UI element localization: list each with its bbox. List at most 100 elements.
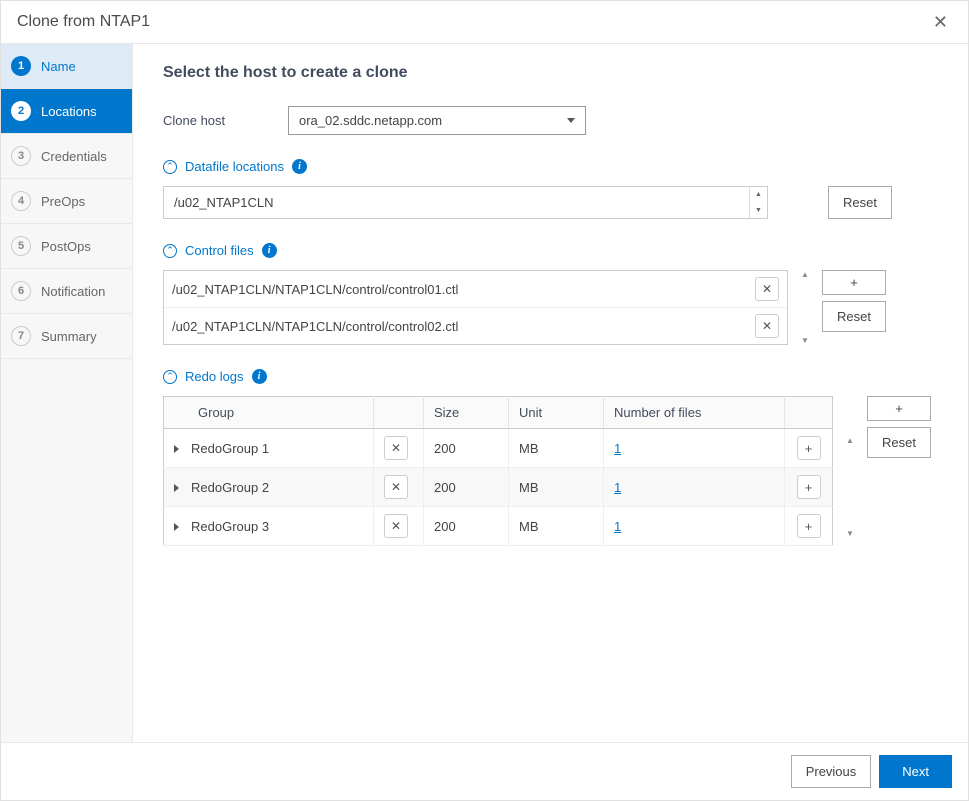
- controlfiles-section-header: ⌃ Control files i: [163, 243, 938, 258]
- add-control-file-button[interactable]: +: [822, 270, 886, 295]
- sidebar-item-label: PostOps: [41, 239, 91, 254]
- step-number: 6: [11, 281, 31, 301]
- remove-redo-button[interactable]: ✕: [384, 514, 408, 538]
- redo-size: 200: [424, 507, 509, 546]
- step-number: 5: [11, 236, 31, 256]
- sidebar-item-name[interactable]: 1 Name: [1, 44, 132, 89]
- remove-control-file-button[interactable]: ✕: [755, 277, 779, 301]
- sidebar-item-label: Locations: [41, 104, 97, 119]
- control-file-item[interactable]: /u02_NTAP1CLN/NTAP1CLN/control/control02…: [164, 308, 787, 344]
- step-number: 2: [11, 101, 31, 121]
- redo-logs-row: Group Size Unit Number of files RedoGrou…: [163, 396, 938, 546]
- datafile-location-input[interactable]: /u02_NTAP1CLN ▲ ▼: [163, 186, 768, 219]
- sidebar-item-summary[interactable]: 7 Summary: [1, 314, 132, 359]
- table-row: RedoGroup 1 ✕ 200 MB 1 +: [164, 429, 833, 468]
- add-redo-file-button[interactable]: +: [797, 514, 821, 538]
- scroll-column: ▲ ▼: [796, 270, 814, 345]
- scroll-up-icon[interactable]: ▲: [841, 436, 859, 445]
- redo-actions: + Reset: [867, 396, 931, 458]
- control-file-item[interactable]: /u02_NTAP1CLN/NTAP1CLN/control/control01…: [164, 271, 787, 308]
- sidebar-item-postops[interactable]: 5 PostOps: [1, 224, 132, 269]
- collapse-icon[interactable]: ⌃: [163, 244, 177, 258]
- col-group: Group: [164, 397, 374, 429]
- collapse-icon[interactable]: ⌃: [163, 160, 177, 174]
- clone-host-select[interactable]: ora_02.sddc.netapp.com: [288, 106, 586, 135]
- info-icon[interactable]: i: [262, 243, 277, 258]
- control-files-row: /u02_NTAP1CLN/NTAP1CLN/control/control01…: [163, 270, 938, 345]
- expand-row-icon[interactable]: [174, 445, 179, 453]
- expand-row-icon[interactable]: [174, 523, 179, 531]
- main-content: Select the host to create a clone Clone …: [133, 44, 968, 742]
- spinner-up-icon[interactable]: ▲: [750, 187, 767, 203]
- reset-control-files-button[interactable]: Reset: [822, 301, 886, 332]
- sidebar-item-preops[interactable]: 4 PreOps: [1, 179, 132, 224]
- redo-unit: MB: [509, 468, 604, 507]
- clone-host-row: Clone host ora_02.sddc.netapp.com: [163, 106, 938, 135]
- redo-logs-table: Group Size Unit Number of files RedoGrou…: [163, 396, 833, 546]
- scroll-down-icon[interactable]: ▼: [841, 529, 859, 538]
- previous-button[interactable]: Previous: [791, 755, 872, 788]
- chevron-down-icon: [567, 118, 575, 123]
- modal-footer: Previous Next: [1, 742, 968, 800]
- expand-row-icon[interactable]: [174, 484, 179, 492]
- section-title: Redo logs: [185, 369, 244, 384]
- clone-host-value: ora_02.sddc.netapp.com: [299, 113, 442, 128]
- page-heading: Select the host to create a clone: [163, 64, 938, 82]
- spinner: ▲ ▼: [749, 187, 767, 218]
- table-row: RedoGroup 3 ✕ 200 MB 1 +: [164, 507, 833, 546]
- redo-files-link[interactable]: 1: [614, 519, 621, 534]
- close-icon[interactable]: ✕: [929, 12, 952, 33]
- remove-control-file-button[interactable]: ✕: [755, 314, 779, 338]
- redo-group-name: RedoGroup 2: [191, 480, 269, 495]
- scroll-up-icon[interactable]: ▲: [796, 270, 814, 279]
- redo-group-name: RedoGroup 1: [191, 441, 269, 456]
- step-number: 7: [11, 326, 31, 346]
- spinner-down-icon[interactable]: ▼: [750, 203, 767, 219]
- sidebar-item-label: Summary: [41, 329, 97, 344]
- section-title: Control files: [185, 243, 254, 258]
- add-redo-group-button[interactable]: +: [867, 396, 931, 421]
- clone-modal: Clone from NTAP1 ✕ 1 Name 2 Locations 3 …: [0, 0, 969, 801]
- redo-unit: MB: [509, 429, 604, 468]
- next-button[interactable]: Next: [879, 755, 952, 788]
- redo-files-link[interactable]: 1: [614, 480, 621, 495]
- collapse-icon[interactable]: ⌃: [163, 370, 177, 384]
- remove-redo-button[interactable]: ✕: [384, 475, 408, 499]
- redo-section-header: ⌃ Redo logs i: [163, 369, 938, 384]
- step-number: 3: [11, 146, 31, 166]
- control-file-path: /u02_NTAP1CLN/NTAP1CLN/control/control01…: [172, 282, 755, 297]
- info-icon[interactable]: i: [292, 159, 307, 174]
- remove-redo-button[interactable]: ✕: [384, 436, 408, 460]
- control-file-path: /u02_NTAP1CLN/NTAP1CLN/control/control02…: [172, 319, 755, 334]
- control-files-actions: + Reset: [822, 270, 886, 332]
- redo-unit: MB: [509, 507, 604, 546]
- reset-datafile-button[interactable]: Reset: [828, 186, 892, 219]
- reset-redo-button[interactable]: Reset: [867, 427, 931, 458]
- info-icon[interactable]: i: [252, 369, 267, 384]
- redo-scroll-column: ▲ ▼: [841, 396, 859, 546]
- clone-host-label: Clone host: [163, 113, 288, 128]
- sidebar-item-label: Notification: [41, 284, 105, 299]
- sidebar-item-label: PreOps: [41, 194, 85, 209]
- add-redo-file-button[interactable]: +: [797, 475, 821, 499]
- scroll-down-icon[interactable]: ▼: [796, 336, 814, 345]
- sidebar-item-credentials[interactable]: 3 Credentials: [1, 134, 132, 179]
- modal-header: Clone from NTAP1 ✕: [1, 1, 968, 44]
- col-unit: Unit: [509, 397, 604, 429]
- redo-size: 200: [424, 468, 509, 507]
- sidebar-item-label: Name: [41, 59, 76, 74]
- col-size: Size: [424, 397, 509, 429]
- sidebar-item-locations[interactable]: 2 Locations: [1, 89, 132, 134]
- table-row: RedoGroup 2 ✕ 200 MB 1 +: [164, 468, 833, 507]
- redo-files-link[interactable]: 1: [614, 441, 621, 456]
- sidebar-item-label: Credentials: [41, 149, 107, 164]
- sidebar-item-notification[interactable]: 6 Notification: [1, 269, 132, 314]
- datafile-location-value: /u02_NTAP1CLN: [164, 187, 749, 218]
- datafile-section-header: ⌃ Datafile locations i: [163, 159, 938, 174]
- datafile-location-row: /u02_NTAP1CLN ▲ ▼ Reset: [163, 186, 938, 219]
- add-redo-file-button[interactable]: +: [797, 436, 821, 460]
- redo-group-name: RedoGroup 3: [191, 519, 269, 534]
- wizard-sidebar: 1 Name 2 Locations 3 Credentials 4 PreOp…: [1, 44, 133, 742]
- step-number: 1: [11, 56, 31, 76]
- step-number: 4: [11, 191, 31, 211]
